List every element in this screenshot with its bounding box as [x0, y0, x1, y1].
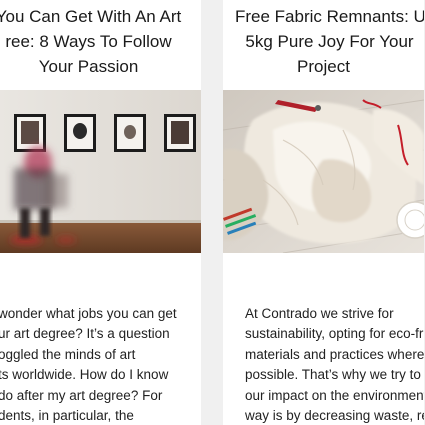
excerpt-line: our impact on the environment — [245, 387, 424, 403]
title-line[interactable]: You Can Get With An Art — [0, 4, 201, 29]
excerpt-line: oggled the minds of art — [0, 346, 136, 362]
article-excerpt: At Contrado we strive for sustainability… — [245, 304, 424, 425]
title-line[interactable]: Free Fabric Remnants: U — [223, 4, 424, 29]
gallery-photo — [0, 90, 201, 253]
fabric-remnants-photo — [223, 90, 424, 253]
article-excerpt: wonder what jobs you can get ur art degr… — [0, 304, 201, 425]
article-image-fabric[interactable] — [223, 90, 424, 253]
excerpt-line: materials and practices wherev — [245, 346, 424, 362]
excerpt-line: way is by decreasing waste, re — [245, 408, 424, 424]
excerpt-line: dents, in particular, the — [0, 408, 134, 424]
article-image-gallery[interactable] — [0, 90, 201, 253]
excerpt-line: wonder what jobs you can get — [0, 306, 177, 321]
excerpt-line: do after my art degree? For — [0, 387, 163, 403]
excerpt-line: ts worldwide. How do I know — [0, 367, 169, 383]
excerpt-line: ur art degree? It’s a question — [0, 326, 170, 342]
title-line[interactable]: Your Passion — [0, 54, 201, 79]
excerpt-line: sustainability, opting for eco-fr — [245, 326, 424, 342]
article-title[interactable]: You Can Get With An Art ree: 8 Ways To F… — [0, 4, 201, 79]
title-line[interactable]: Project — [223, 54, 424, 79]
article-card-art-degree[interactable]: You Can Get With An Art ree: 8 Ways To F… — [0, 0, 201, 425]
title-line[interactable]: 5kg Pure Joy For Your — [223, 29, 424, 54]
excerpt-line: At Contrado we strive for — [245, 306, 394, 321]
excerpt-line: possible. That’s why we try to r — [245, 367, 424, 383]
title-line[interactable]: ree: 8 Ways To Follow — [0, 29, 201, 54]
article-card-fabric-remnants[interactable]: Free Fabric Remnants: U 5kg Pure Joy For… — [223, 0, 424, 425]
article-title[interactable]: Free Fabric Remnants: U 5kg Pure Joy For… — [223, 4, 424, 79]
